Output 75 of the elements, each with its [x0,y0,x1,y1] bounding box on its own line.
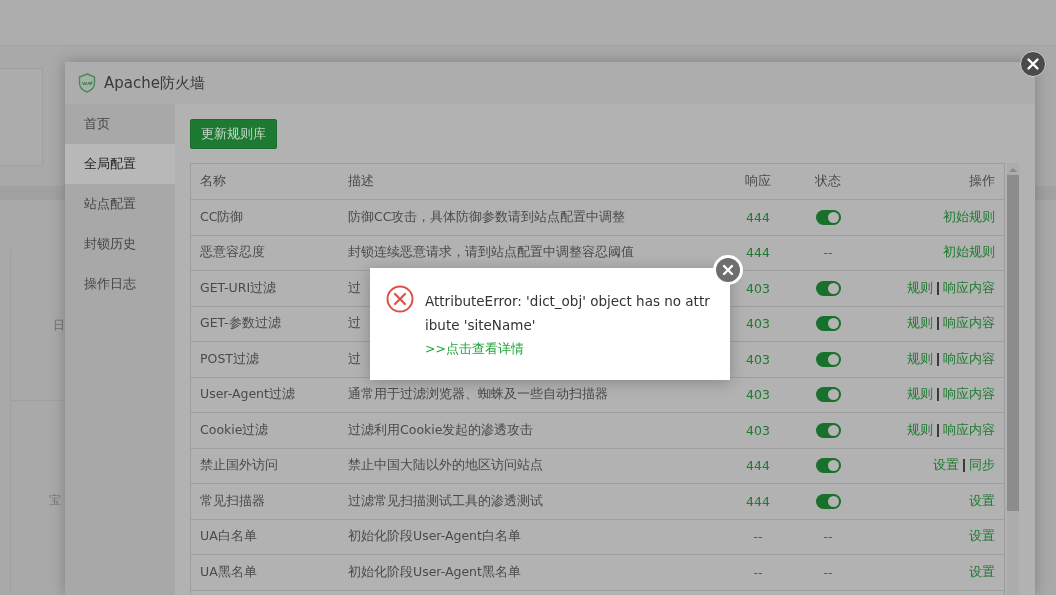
action-link[interactable]: 响应内容 [943,386,995,404]
table-cell: 过 [348,279,361,295]
close-button[interactable] [1020,51,1046,77]
action-link[interactable]: 设置 [933,457,959,475]
table-cell: 403 [746,316,770,332]
column-header: 名称 [200,173,226,188]
details-link[interactable]: >>点击查看详情 [425,341,711,358]
toggle-switch[interactable] [815,422,841,438]
table-cell: 封锁连续恶意请求，请到站点配置中调整容忍阈值 [348,244,634,260]
toggle-switch[interactable] [815,351,841,367]
action-link[interactable]: 规则 [907,421,933,439]
table-cell: GET-URI过滤 [200,279,277,295]
table-cell: -- [823,245,833,261]
toggle-switch[interactable] [815,316,841,332]
toggle-switch[interactable] [815,458,841,474]
column-header: 响应 [745,173,771,188]
table-cell: UA黑名单 [200,563,257,579]
action-link[interactable]: 规则 [907,279,933,297]
table-cell: 防御CC攻击，具体防御参数请到站点配置中调整 [348,208,626,224]
table-cell: 常见扫描器 [200,492,265,508]
column-header: 状态 [815,173,841,190]
table-cell: 过 [348,350,361,366]
error-message: AttributeError: 'dict_obj' object has no attribute 'siteName' [425,292,711,335]
window-title: Apache防火墙 [104,73,205,93]
action-link[interactable]: 初始规则 [943,244,995,262]
table-cell: Cookie过滤 [200,421,269,437]
table-cell: 通常用于过滤浏览器、蜘蛛及一些自动扫描器 [348,386,608,402]
shield-icon [78,73,96,93]
table-cell: 444 [746,209,770,225]
action-link[interactable]: 响应内容 [943,421,995,439]
table-cell: User-Agent过滤 [200,386,295,402]
action-link[interactable]: 规则 [907,386,933,404]
table-cell: 禁止中国大陆以外的地区访问站点 [348,457,543,473]
table-cell: 禁止国外访问 [200,457,278,473]
action-link[interactable]: 初始规则 [943,208,995,226]
table-cell: 恶意容忍度 [200,244,265,260]
table-cell: -- [823,564,833,580]
action-link[interactable]: 设置 [969,563,995,581]
table-cell: UA白名单 [200,528,257,544]
error-icon [386,285,414,313]
table-cell: 444 [746,245,770,261]
action-link[interactable]: 设置 [969,528,995,546]
action-link[interactable]: 规则 [907,350,933,368]
table-cell: 初始化阶段User-Agent白名单 [348,528,521,544]
toggle-switch[interactable] [815,493,841,509]
table-cell: -- [753,564,763,580]
table-cell: 403 [746,351,770,367]
table-cell: POST过滤 [200,350,259,366]
sidebar-item[interactable]: 全局配置 [65,144,175,184]
action-link[interactable]: 响应内容 [943,315,995,333]
table-cell: 444 [746,493,770,509]
toggle-switch[interactable] [815,209,841,225]
table-cell: 过滤利用Cookie发起的渗透攻击 [348,421,534,437]
table-cell: 过 [348,315,361,331]
table-cell: 初始化阶段User-Agent黑名单 [348,563,521,579]
column-header: 描述 [348,173,374,188]
table-cell: -- [753,529,763,545]
toggle-switch[interactable] [815,280,841,296]
table-cell: CC防御 [200,208,244,224]
action-link[interactable]: 设置 [969,492,995,510]
table-cell: GET-参数过滤 [200,315,281,331]
table-cell: 403 [746,387,770,403]
action-link[interactable]: 响应内容 [943,350,995,368]
action-link[interactable]: 规则 [907,315,933,333]
table-cell: -- [823,529,833,545]
table-cell: 403 [746,280,770,296]
scrollbar[interactable] [1007,163,1019,595]
table-cell: 403 [746,422,770,438]
update-rules-button[interactable]: 更新规则库 [190,119,277,149]
table-cell: 过滤常见扫描测试工具的渗透测试 [348,492,543,508]
action-link[interactable]: 响应内容 [943,279,995,297]
table-cell: 444 [746,458,770,474]
action-link[interactable]: 同步 [969,457,995,475]
toggle-switch[interactable] [815,387,841,403]
column-header: 操作 [969,173,995,190]
